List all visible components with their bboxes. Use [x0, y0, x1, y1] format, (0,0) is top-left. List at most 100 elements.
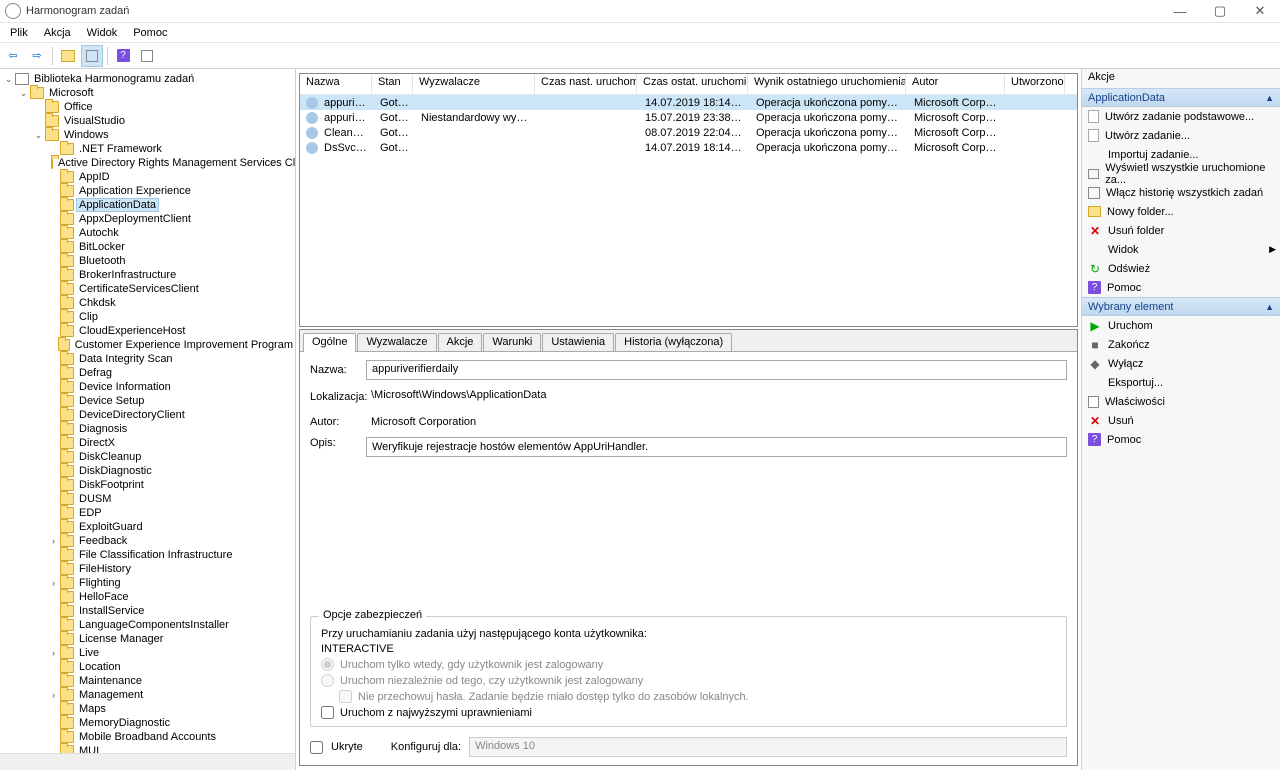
tab-ogolne[interactable]: Ogólne: [303, 333, 356, 352]
tree-item-applicationdata[interactable]: ApplicationData: [0, 198, 295, 212]
col-wynik[interactable]: Wynik ostatniego uruchomienia: [748, 74, 906, 94]
tree-item-appid[interactable]: AppID: [0, 170, 295, 184]
tab-ustawienia[interactable]: Ustawienia: [542, 333, 614, 352]
action-zakończ[interactable]: ■Zakończ: [1082, 335, 1280, 354]
tree-item-filehistory[interactable]: FileHistory: [0, 562, 295, 576]
task-row[interactable]: appuriverifie...Gotowy14.07.2019 18:14:2…: [300, 95, 1077, 110]
help-toolbar-button[interactable]: ?: [112, 45, 134, 67]
tree-item-exploitguard[interactable]: ExploitGuard: [0, 520, 295, 534]
action-włącz-historię-wszystkich-zadań[interactable]: Włącz historię wszystkich zadań: [1082, 183, 1280, 202]
menu-pomoc[interactable]: Pomoc: [125, 25, 175, 41]
tree-visualstudio[interactable]: VisualStudio: [0, 114, 295, 128]
tree-item-application-experience[interactable]: Application Experience: [0, 184, 295, 198]
maximize-button[interactable]: ▢: [1200, 0, 1240, 22]
action-wyświetl-wszystkie-uruchomione-za[interactable]: Wyświetl wszystkie uruchomione za...: [1082, 164, 1280, 183]
folder-tree[interactable]: ⌄Biblioteka Harmonogramu zadań⌄Microsoft…: [0, 69, 295, 753]
tree-item-mui[interactable]: MUI: [0, 744, 295, 753]
tree-item-customer-experience-improvement-program[interactable]: Customer Experience Improvement Program: [0, 338, 295, 352]
tree-item-chkdsk[interactable]: Chkdsk: [0, 296, 295, 310]
tree-item-maps[interactable]: Maps: [0, 702, 295, 716]
tree-item-data-integrity-scan[interactable]: Data Integrity Scan: [0, 352, 295, 366]
tree-item-cloudexperiencehost[interactable]: CloudExperienceHost: [0, 324, 295, 338]
action-wyłącz[interactable]: ◆Wyłącz: [1082, 354, 1280, 373]
tree-item-edp[interactable]: EDP: [0, 506, 295, 520]
tab-akcje[interactable]: Akcje: [438, 333, 483, 352]
tree-item-dusm[interactable]: DUSM: [0, 492, 295, 506]
tree-item-appxdeploymentclient[interactable]: AppxDeploymentClient: [0, 212, 295, 226]
tree-root[interactable]: ⌄Biblioteka Harmonogramu zadań: [0, 72, 295, 86]
col-stan[interactable]: Stan: [372, 74, 413, 94]
action-właściwości[interactable]: Właściwości: [1082, 392, 1280, 411]
tree-item-languagecomponentsinstaller[interactable]: LanguageComponentsInstaller: [0, 618, 295, 632]
tree-item-clip[interactable]: Clip: [0, 310, 295, 324]
tree-item--net-framework[interactable]: .NET Framework: [0, 142, 295, 156]
forward-button[interactable]: ⇨: [26, 45, 48, 67]
close-button[interactable]: ✕: [1240, 0, 1280, 22]
tree-item-installservice[interactable]: InstallService: [0, 604, 295, 618]
tree-item-diskcleanup[interactable]: DiskCleanup: [0, 450, 295, 464]
minimize-button[interactable]: —: [1160, 0, 1200, 22]
back-button[interactable]: ⇦: [2, 45, 24, 67]
tree-item-bitlocker[interactable]: BitLocker: [0, 240, 295, 254]
tree-item-directx[interactable]: DirectX: [0, 436, 295, 450]
col-wyzwalacze[interactable]: Wyzwalacze: [413, 74, 535, 94]
tree-item-bluetooth[interactable]: Bluetooth: [0, 254, 295, 268]
tree-item-management[interactable]: ›Management: [0, 688, 295, 702]
action-nowy-folder[interactable]: Nowy folder...: [1082, 202, 1280, 221]
action-pomoc[interactable]: ?Pomoc: [1082, 278, 1280, 297]
task-row[interactable]: CleanupTem...Gotowy08.07.2019 22:04:05Op…: [300, 125, 1077, 140]
action-widok[interactable]: Widok▶: [1082, 240, 1280, 259]
check-highest-priv[interactable]: [321, 706, 334, 719]
actions-section-applicationdata[interactable]: ApplicationData▲: [1082, 88, 1280, 107]
tree-office[interactable]: Office: [0, 100, 295, 114]
check-hidden[interactable]: [310, 741, 323, 754]
action-odśwież[interactable]: ↻Odśwież: [1082, 259, 1280, 278]
tree-microsoft[interactable]: ⌄Microsoft: [0, 86, 295, 100]
tree-item-device-setup[interactable]: Device Setup: [0, 394, 295, 408]
tree-item-helloface[interactable]: HelloFace: [0, 590, 295, 604]
tree-item-flighting[interactable]: ›Flighting: [0, 576, 295, 590]
panel-button[interactable]: [81, 45, 103, 67]
action-usuń-folder[interactable]: ✕Usuń folder: [1082, 221, 1280, 240]
col-utworzono[interactable]: Utworzono: [1005, 74, 1065, 94]
action-uruchom[interactable]: ▶Uruchom: [1082, 316, 1280, 335]
tab-wyzwalacze[interactable]: Wyzwalacze: [357, 333, 436, 352]
col-nazwa[interactable]: Nazwa: [300, 74, 372, 94]
col-autor[interactable]: Autor: [906, 74, 1005, 94]
action-usuń[interactable]: ✕Usuń: [1082, 411, 1280, 430]
actions-section-selected[interactable]: Wybrany element▲: [1082, 297, 1280, 316]
action-pomoc[interactable]: ?Pomoc: [1082, 430, 1280, 449]
tree-item-autochk[interactable]: Autochk: [0, 226, 295, 240]
task-row[interactable]: DsSvcCleanupGotowy14.07.2019 18:14:24Ope…: [300, 140, 1077, 155]
horizontal-scrollbar[interactable]: [0, 753, 295, 770]
col-czas-nast[interactable]: Czas nast. uruchomienia: [535, 74, 637, 94]
tree-item-live[interactable]: ›Live: [0, 646, 295, 660]
tree-item-memorydiagnostic[interactable]: MemoryDiagnostic: [0, 716, 295, 730]
task-row[interactable]: appuriverifie...GotowyNiestandardowy wyz…: [300, 110, 1077, 125]
tree-item-certificateservicesclient[interactable]: CertificateServicesClient: [0, 282, 295, 296]
tree-item-devicedirectoryclient[interactable]: DeviceDirectoryClient: [0, 408, 295, 422]
tree-item-license-manager[interactable]: License Manager: [0, 632, 295, 646]
input-nazwa[interactable]: appuriverifierdaily: [366, 360, 1067, 380]
tree-item-maintenance[interactable]: Maintenance: [0, 674, 295, 688]
col-czas-ostat[interactable]: Czas ostat. uruchomienia: [637, 74, 748, 94]
tree-item-feedback[interactable]: ›Feedback: [0, 534, 295, 548]
action-eksportuj[interactable]: Eksportuj...: [1082, 373, 1280, 392]
tree-item-diagnosis[interactable]: Diagnosis: [0, 422, 295, 436]
action-utwórz-zadanie[interactable]: Utwórz zadanie...: [1082, 126, 1280, 145]
tree-item-file-classification-infrastructure[interactable]: File Classification Infrastructure: [0, 548, 295, 562]
tree-item-active-directory-rights-management-services-clie[interactable]: Active Directory Rights Management Servi…: [0, 156, 295, 170]
tree-item-location[interactable]: Location: [0, 660, 295, 674]
tree-item-mobile-broadband-accounts[interactable]: Mobile Broadband Accounts: [0, 730, 295, 744]
tree-item-diskfootprint[interactable]: DiskFootprint: [0, 478, 295, 492]
menu-akcja[interactable]: Akcja: [36, 25, 79, 41]
tab-warunki[interactable]: Warunki: [483, 333, 541, 352]
action-utwórz-zadanie-podstawowe[interactable]: Utwórz zadanie podstawowe...: [1082, 107, 1280, 126]
tree-item-brokerinfrastructure[interactable]: BrokerInfrastructure: [0, 268, 295, 282]
tab-historia[interactable]: Historia (wyłączona): [615, 333, 732, 352]
menu-widok[interactable]: Widok: [79, 25, 126, 41]
extra-button[interactable]: [136, 45, 158, 67]
menu-plik[interactable]: Plik: [2, 25, 36, 41]
tree-item-device-information[interactable]: Device Information: [0, 380, 295, 394]
tree-item-diskdiagnostic[interactable]: DiskDiagnostic: [0, 464, 295, 478]
